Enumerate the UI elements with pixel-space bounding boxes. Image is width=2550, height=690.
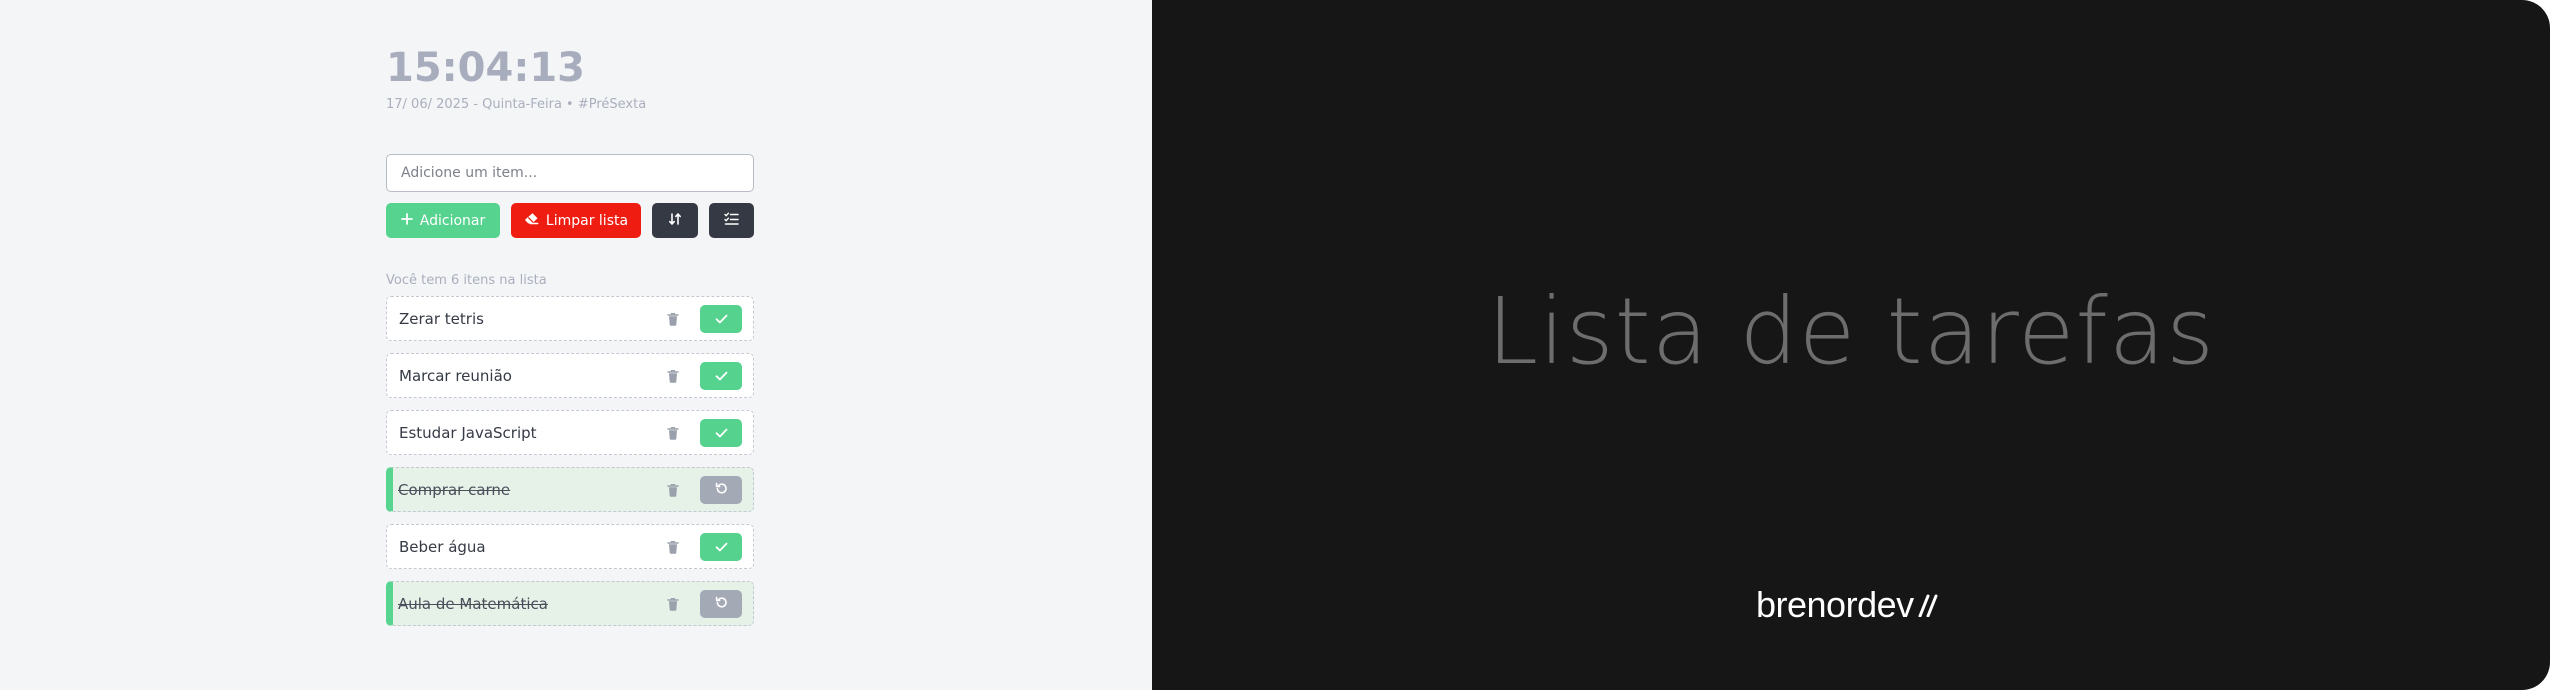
complete-button[interactable] bbox=[700, 418, 742, 447]
action-buttons: Adicionar Limpar lista bbox=[386, 203, 754, 238]
list-item: Beber água bbox=[386, 524, 754, 569]
trash-icon[interactable] bbox=[658, 532, 688, 562]
clock-time: 15:04:13 bbox=[386, 45, 585, 91]
todo-list: Zerar tetris Marcar reunião Estudar Java… bbox=[386, 296, 754, 626]
brand-logo: brenordev bbox=[1756, 584, 1938, 626]
complete-button[interactable] bbox=[700, 304, 742, 333]
check-icon bbox=[715, 309, 728, 328]
complete-button[interactable] bbox=[700, 361, 742, 390]
input-wrapper bbox=[386, 154, 754, 192]
clear-list-button[interactable]: Limpar lista bbox=[511, 203, 641, 238]
check-icon bbox=[715, 423, 728, 442]
list-item: Estudar JavaScript bbox=[386, 410, 754, 455]
check-icon bbox=[715, 366, 728, 385]
trash-icon[interactable] bbox=[658, 418, 688, 448]
date-line: 17/ 06/ 2025 - Quinta-Feira • #PréSexta bbox=[386, 97, 647, 112]
item-label: Estudar JavaScript bbox=[399, 423, 537, 442]
item-label: Beber água bbox=[399, 537, 486, 556]
sort-button[interactable] bbox=[652, 203, 698, 238]
undo-button[interactable] bbox=[700, 589, 742, 618]
add-button-label: Adicionar bbox=[419, 212, 486, 229]
eraser-icon bbox=[524, 212, 539, 229]
trash-icon[interactable] bbox=[658, 304, 688, 334]
check-icon bbox=[715, 537, 728, 556]
add-item-input[interactable] bbox=[386, 154, 754, 192]
item-label: Zerar tetris bbox=[399, 309, 484, 328]
trash-icon[interactable] bbox=[658, 361, 688, 391]
item-count: Você tem 6 itens na lista bbox=[386, 273, 547, 288]
list-item-done: Comprar carne bbox=[386, 467, 754, 512]
undo-icon bbox=[715, 594, 728, 613]
undo-button[interactable] bbox=[700, 475, 742, 504]
item-label: Aula de Matemática bbox=[398, 594, 548, 613]
list-item-done: Aula de Matemática bbox=[386, 581, 754, 626]
sort-arrows-icon bbox=[668, 212, 682, 230]
trash-icon[interactable] bbox=[658, 475, 688, 505]
page: 15:04:13 17/ 06/ 2025 - Quinta-Feira • #… bbox=[0, 0, 2550, 690]
brand-name: brenordev bbox=[1756, 584, 1914, 625]
todo-app: 15:04:13 17/ 06/ 2025 - Quinta-Feira • #… bbox=[386, 44, 754, 626]
item-label: Comprar carne bbox=[398, 480, 511, 499]
clear-list-label: Limpar lista bbox=[545, 212, 629, 229]
plus-icon bbox=[400, 212, 413, 229]
checklist-icon bbox=[724, 212, 739, 230]
trash-icon[interactable] bbox=[658, 589, 688, 619]
list-item: Zerar tetris bbox=[386, 296, 754, 341]
complete-button[interactable] bbox=[700, 532, 742, 561]
item-label: Marcar reunião bbox=[399, 366, 512, 385]
undo-icon bbox=[715, 480, 728, 499]
brand-slash-icon bbox=[1916, 593, 1938, 621]
hero-title: Lista de tarefas bbox=[1486, 278, 2216, 385]
list-item: Marcar reunião bbox=[386, 353, 754, 398]
showcase-panel: Lista de tarefas brenordev bbox=[1152, 0, 2550, 690]
todo-panel: 15:04:13 17/ 06/ 2025 - Quinta-Feira • #… bbox=[0, 0, 1152, 690]
add-button[interactable]: Adicionar bbox=[386, 203, 500, 238]
check-all-button[interactable] bbox=[709, 203, 754, 238]
